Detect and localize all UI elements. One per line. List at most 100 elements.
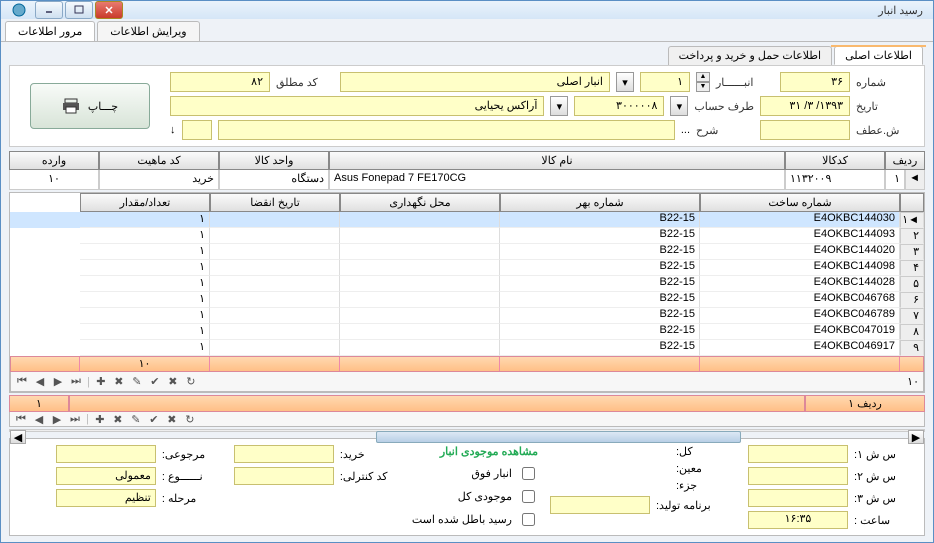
nav-next-icon[interactable]: ▶ xyxy=(50,412,64,426)
tab-shipping-info[interactable]: اطلاعات حمل و خرید و پرداخت xyxy=(668,46,832,65)
col-store[interactable]: محل نگهداری xyxy=(340,193,500,212)
cell-bahr: B22-15 xyxy=(500,228,700,244)
desc-field[interactable] xyxy=(218,120,675,140)
cell-exp xyxy=(210,228,340,244)
col-make[interactable]: شماره ساخت xyxy=(700,193,900,212)
ctrl-field[interactable] xyxy=(234,467,334,485)
account-code-field[interactable] xyxy=(574,96,664,116)
warehouse-name-field[interactable] xyxy=(340,72,610,92)
col-row[interactable]: ردیف xyxy=(885,151,925,170)
ss1-field[interactable] xyxy=(748,445,848,463)
account-name-dropdown-button[interactable]: ▾ xyxy=(550,96,568,116)
desc-label: شرح xyxy=(696,124,754,137)
ss1-label: س ش ۱: xyxy=(854,448,914,461)
detail-grid-header: شماره ساخت شماره بهر محل نگهداری تاریخ ا… xyxy=(10,193,924,212)
tab-edit[interactable]: ویرایش اطلاعات xyxy=(97,21,199,41)
nav-prev-icon[interactable]: ◀ xyxy=(33,375,47,389)
nav-next-icon[interactable]: ▶ xyxy=(51,375,65,389)
cell-row: ۱ xyxy=(885,170,905,190)
account-dropdown-button[interactable]: ▾ xyxy=(670,96,688,116)
col-name[interactable]: نام کالا xyxy=(329,151,785,170)
buy-field[interactable] xyxy=(234,445,334,463)
close-button[interactable] xyxy=(95,1,123,19)
main-grid-header: ردیف کدکالا نام کالا واحد کالا کد ماهیت … xyxy=(9,151,925,170)
warehouse-code-field[interactable] xyxy=(640,72,690,92)
row-index: ۴ xyxy=(900,260,924,276)
prod-field[interactable] xyxy=(550,496,650,514)
desc-aux-field[interactable] xyxy=(182,120,212,140)
col-nature[interactable]: کد ماهیت xyxy=(99,151,219,170)
nav-edit-icon[interactable]: ✎ xyxy=(129,412,143,426)
header-form: شماره انبــــــار ▲▼ ▾ کد مطلق تاریخ طرف… xyxy=(9,65,925,147)
nav-cancel-icon[interactable]: ✖ xyxy=(165,412,179,426)
row-index: ۷ xyxy=(900,308,924,324)
nav-prev-icon[interactable]: ◀ xyxy=(32,412,46,426)
print-button[interactable]: چـــاپ xyxy=(30,83,150,129)
nav-refresh-icon[interactable]: ↻ xyxy=(184,375,198,389)
date-field[interactable] xyxy=(760,96,850,116)
cell-qty: ۱ xyxy=(80,260,210,276)
col-in[interactable]: وارده xyxy=(9,151,99,170)
table-row[interactable]: ۷E4OKBC046789B22-15۱ xyxy=(10,308,924,324)
return-field[interactable] xyxy=(56,445,156,463)
cell-qty: ۱ xyxy=(80,340,210,356)
radif-left: ۱ xyxy=(9,395,69,412)
col-bahr[interactable]: شماره بهر xyxy=(500,193,700,212)
nav-delete-icon[interactable]: ✖ xyxy=(112,375,126,389)
table-row[interactable]: ۵E4OKBC144028B22-15۱ xyxy=(10,276,924,292)
number-field[interactable] xyxy=(780,72,850,92)
stage-field[interactable]: تنظیم xyxy=(56,489,156,507)
horizontal-scrollbar[interactable]: ◀ ▶ xyxy=(9,429,925,432)
ss2-field[interactable] xyxy=(748,467,848,485)
maximize-button[interactable] xyxy=(65,1,93,19)
ss3-field[interactable] xyxy=(748,489,848,507)
nav-edit-icon[interactable]: ✎ xyxy=(130,375,144,389)
nav-cancel-icon[interactable]: ✖ xyxy=(166,375,180,389)
down-arrow-icon: ↓ xyxy=(170,124,176,136)
chk-this-warehouse[interactable] xyxy=(522,467,535,480)
table-row[interactable]: ۶E4OKBC046768B22-15۱ xyxy=(10,292,924,308)
col-unit[interactable]: واحد کالا xyxy=(219,151,329,170)
cell-qty: ۱ xyxy=(80,292,210,308)
main-grid-row[interactable]: ◄ ۱ ۱۱۳۲۰۰۹ Asus Fonepad 7 FE170CG دستگا… xyxy=(9,170,925,190)
tab-review[interactable]: مرور اطلاعات xyxy=(5,21,95,41)
col-code[interactable]: کدکالا xyxy=(785,151,885,170)
table-row[interactable]: ۹E4OKBC046917B22-15۱ xyxy=(10,340,924,356)
nav-first-icon[interactable]: ⏮ xyxy=(15,375,29,389)
account-label: طرف حساب xyxy=(694,100,754,113)
nav-confirm-icon[interactable]: ✔ xyxy=(147,412,161,426)
nav-add-icon[interactable]: ✚ xyxy=(93,412,107,426)
table-row[interactable]: ۳E4OKBC144020B22-15۱ xyxy=(10,244,924,260)
table-row[interactable]: ◄۱E4OKBC144030B22-15۱ xyxy=(10,212,924,228)
cell-exp xyxy=(210,244,340,260)
warehouse-dropdown-button[interactable]: ▾ xyxy=(616,72,634,92)
cell-bahr: B22-15 xyxy=(500,308,700,324)
col-exp[interactable]: تاریخ انقضا xyxy=(210,193,340,212)
nav-delete-icon[interactable]: ✖ xyxy=(111,412,125,426)
account-name-field[interactable] xyxy=(170,96,544,116)
row-index: ۳ xyxy=(900,244,924,260)
nav-last-icon[interactable]: ⏭ xyxy=(68,412,82,426)
warehouse-spinner[interactable]: ▲▼ xyxy=(696,72,710,92)
table-row[interactable]: ۲E4OKBC144093B22-15۱ xyxy=(10,228,924,244)
detail-label: جزء: xyxy=(676,479,736,492)
minimize-button[interactable] xyxy=(35,1,63,19)
chk-total-stock[interactable] xyxy=(522,490,535,503)
nav-confirm-icon[interactable]: ✔ xyxy=(148,375,162,389)
nav-last-icon[interactable]: ⏭ xyxy=(69,375,83,389)
table-row[interactable]: ۸E4OKBC047019B22-15۱ xyxy=(10,324,924,340)
table-row[interactable]: ۴E4OKBC144098B22-15۱ xyxy=(10,260,924,276)
ref-field[interactable] xyxy=(760,120,850,140)
time-field[interactable]: ۱۶:۳۵ xyxy=(748,511,848,529)
nav-add-icon[interactable]: ✚ xyxy=(94,375,108,389)
tab-main-info[interactable]: اطلاعات اصلی xyxy=(834,46,923,65)
nav-refresh-icon[interactable]: ↻ xyxy=(183,412,197,426)
cell-exp xyxy=(210,292,340,308)
col-qty[interactable]: تعداد/مقدار xyxy=(80,193,210,212)
nav-first-icon[interactable]: ⏮ xyxy=(14,412,28,426)
type-field[interactable]: معمولی xyxy=(56,467,156,485)
cell-exp xyxy=(210,308,340,324)
cell-make: E4OKBC144030 xyxy=(700,212,900,228)
abscode-field[interactable] xyxy=(170,72,270,92)
chk-voided[interactable] xyxy=(522,513,535,526)
